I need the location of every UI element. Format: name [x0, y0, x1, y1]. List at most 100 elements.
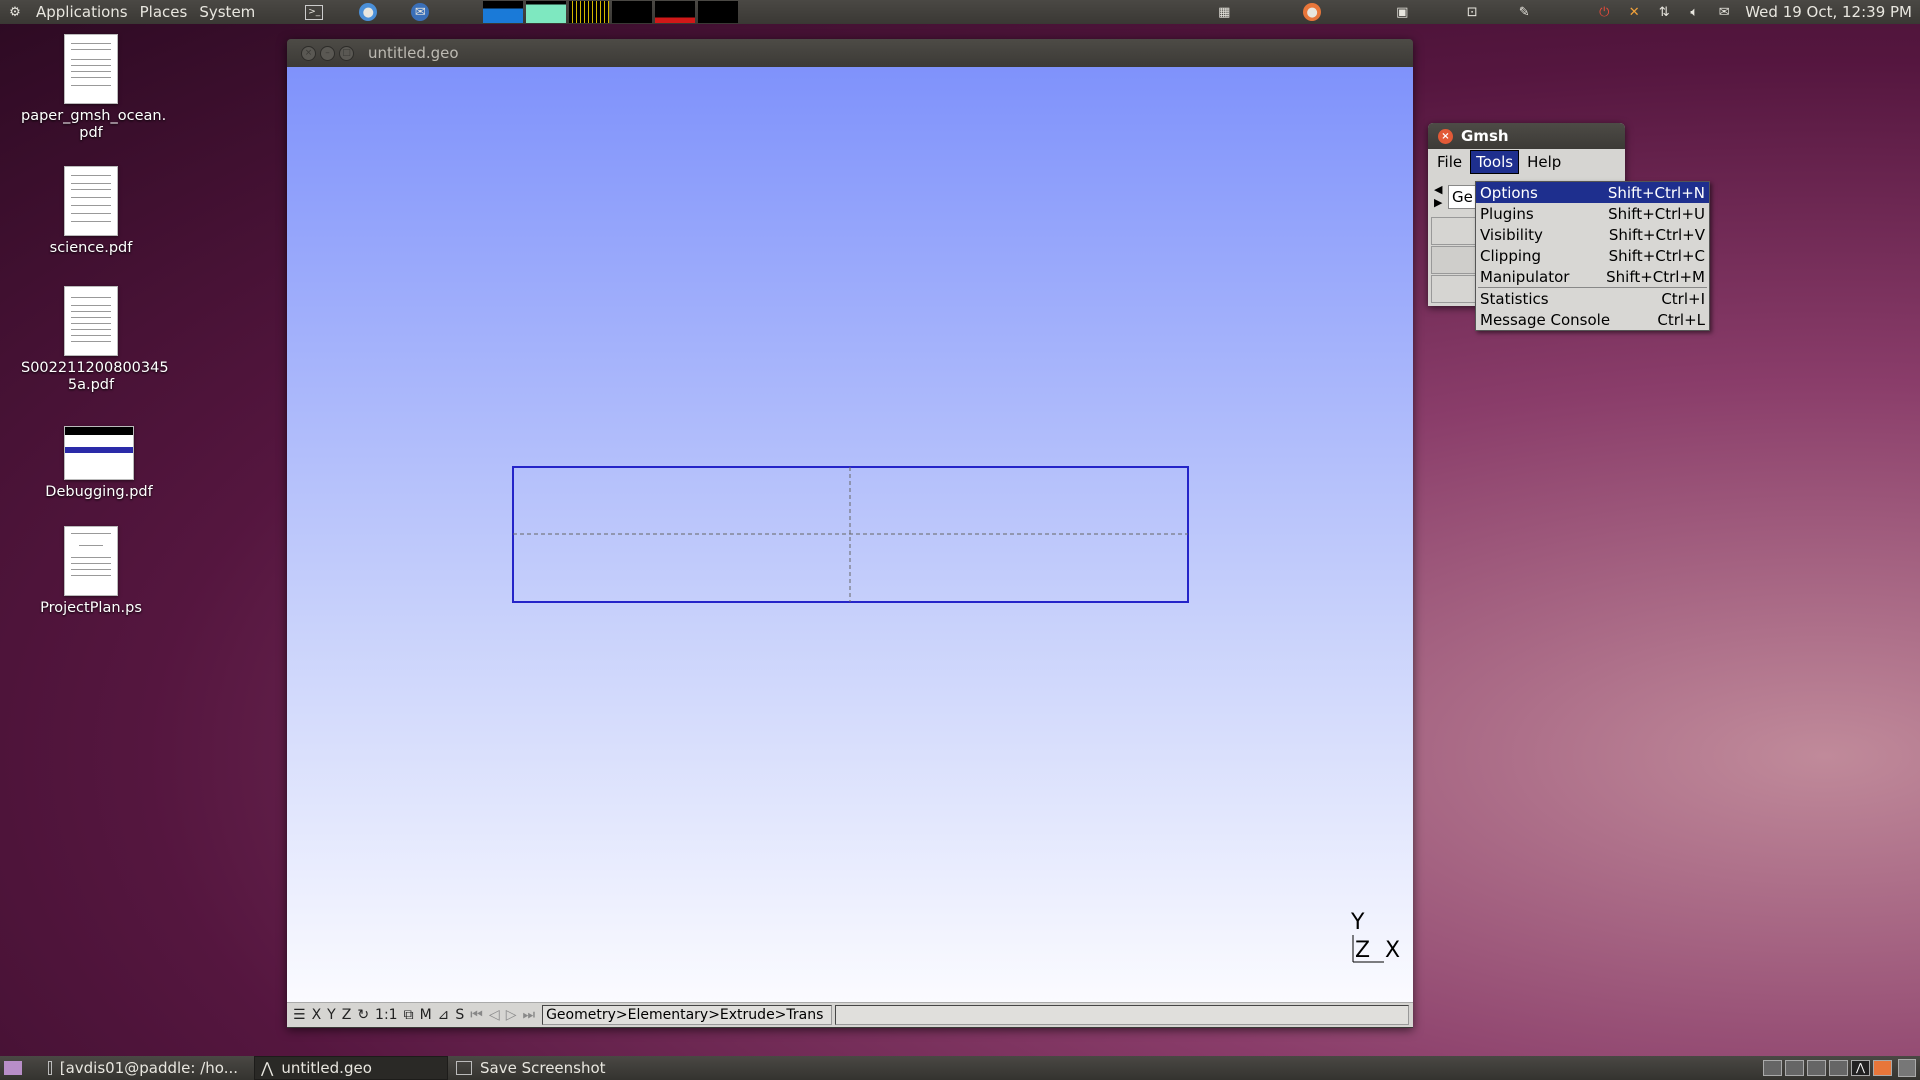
tools-dropdown-menu: Options Shift+Ctrl+N Plugins Shift+Ctrl+U … — [1475, 181, 1710, 331]
first-step-icon[interactable]: ⏮ — [467, 1007, 486, 1023]
desktop-file-s002211200800345[interactable]: S002211200800345 5a.pdf — [21, 286, 169, 394]
window-title: untitled.geo — [368, 44, 459, 62]
desktop-file-label: Debugging.pdf — [45, 484, 153, 500]
gmsh-menubar: File Tools Help — [1428, 149, 1625, 175]
pdf-file-icon — [64, 286, 118, 356]
gmsh-titlebar[interactable]: × Gmsh — [1428, 123, 1625, 149]
menu-item-visibility[interactable]: Visibility Shift+Ctrl+V — [1476, 224, 1709, 245]
gmsh-window-title: Gmsh — [1461, 127, 1509, 145]
screenshot-icon[interactable]: ▣ — [1387, 0, 1417, 24]
close-icon[interactable]: × — [301, 45, 316, 61]
pdf-file-icon — [64, 166, 118, 236]
menu-tools[interactable]: Tools — [1470, 150, 1520, 174]
thunderbird-launcher-icon[interactable]: ✉ — [405, 0, 435, 24]
status-path: Geometry>Elementary>Extrude>Trans — [542, 1005, 833, 1025]
load-graph — [655, 1, 696, 23]
firefox-icon[interactable]: ● — [1297, 0, 1327, 24]
desktop-file-science[interactable]: science.pdf — [21, 166, 161, 257]
rotate-icon[interactable]: ↻ — [354, 1007, 372, 1023]
lock-screen-icon[interactable]: ⊡ — [1457, 0, 1487, 24]
places-menu[interactable]: Places — [134, 0, 194, 24]
ps-file-icon — [64, 526, 118, 596]
desktop-file-label: paper_gmsh_ocean. pdf — [21, 108, 167, 141]
desktop-file-projectplan[interactable]: ProjectPlan.ps — [21, 526, 161, 617]
menu-item-manipulator[interactable]: Manipulator Shift+Ctrl+M — [1476, 266, 1709, 287]
taskbar-untitled-geo[interactable]: ⋀ untitled.geo — [254, 1056, 448, 1080]
menu-help[interactable]: Help — [1522, 151, 1566, 173]
view-x-button[interactable]: X — [309, 1007, 325, 1023]
geo-window-titlebar[interactable]: × – □ untitled.geo — [287, 39, 1413, 67]
workspace-switcher[interactable]: ⋀ — [1763, 1060, 1892, 1076]
top-panel: ⚙ Applications Places System >_ ● ✉ ▦ ● … — [0, 0, 1920, 24]
tree-row[interactable] — [1431, 246, 1481, 274]
minimize-icon[interactable]: – — [320, 45, 335, 61]
desktop-file-label: ProjectPlan.ps — [40, 600, 142, 616]
last-step-icon[interactable]: ⏭ — [519, 1007, 538, 1023]
workspace-2[interactable] — [1785, 1060, 1804, 1076]
workspace-1[interactable] — [1763, 1060, 1782, 1076]
system-menu[interactable]: System — [193, 0, 261, 24]
workspace-6[interactable] — [1873, 1060, 1892, 1076]
camera-icon — [456, 1061, 472, 1075]
bottom-panel: [avdis01@paddle: /ho... ⋀ untitled.geo Sa… — [0, 1056, 1920, 1080]
desktop-file-label: S002211200800345 5a.pdf — [21, 360, 169, 393]
view-y-button[interactable]: Y — [324, 1007, 339, 1023]
calculator-icon[interactable]: ▦ — [1209, 0, 1239, 24]
menu-item-message-console[interactable]: Message Console Ctrl+L — [1476, 309, 1709, 330]
update-notifier-icon[interactable]: ✕ — [1619, 0, 1649, 24]
graphics-canvas[interactable]: Y Z X — [287, 67, 1413, 1002]
chromium-launcher-icon[interactable]: ● — [353, 0, 383, 24]
mail-indicator-icon[interactable]: ✉ — [1709, 0, 1739, 24]
terminal-launcher-icon[interactable]: >_ — [299, 0, 329, 24]
workspace-3[interactable] — [1807, 1060, 1826, 1076]
applications-menu[interactable]: Applications — [30, 0, 134, 24]
axis-x-label: X — [1385, 938, 1401, 963]
menu-item-options[interactable]: Options Shift+Ctrl+N — [1476, 182, 1709, 203]
snapshot-button[interactable]: S — [452, 1007, 467, 1023]
cpu-graph — [483, 1, 524, 23]
network-graph — [569, 1, 610, 23]
power-icon[interactable]: ⏻ — [1589, 0, 1619, 24]
system-monitor-graphs[interactable] — [483, 1, 741, 23]
menu-item-plugins[interactable]: Plugins Shift+Ctrl+U — [1476, 203, 1709, 224]
menu-toggle-icon[interactable]: ☰ — [290, 1007, 309, 1023]
status-bar: ☰ X Y Z ↻ 1:1 ⧉ M ⊿ S ⏮ ◁ ▷ ⏭ Geometry>E… — [287, 1002, 1413, 1027]
memory-graph — [526, 1, 567, 23]
maximize-icon[interactable]: □ — [339, 45, 354, 61]
volume-icon[interactable]: 🔈︎ — [1679, 0, 1709, 24]
menu-item-clipping[interactable]: Clipping Shift+Ctrl+C — [1476, 245, 1709, 266]
desktop-file-label: science.pdf — [49, 240, 133, 256]
pdf-file-icon — [64, 426, 134, 480]
menu-file[interactable]: File — [1432, 151, 1467, 173]
clock[interactable]: Wed 19 Oct, 12:39 PM — [1739, 0, 1920, 24]
desktop-file-debugging[interactable]: Debugging.pdf — [29, 426, 169, 501]
disk-graph — [698, 1, 739, 23]
network-icon[interactable]: ⇅ — [1649, 0, 1679, 24]
prev-step-icon[interactable]: ◁ — [486, 1007, 503, 1023]
tree-row[interactable] — [1431, 275, 1481, 303]
axis-y-label: Y — [1351, 910, 1365, 935]
taskbar-terminal[interactable]: [avdis01@paddle: /ho... — [42, 1057, 244, 1079]
gmsh-app-icon: ⋀ — [261, 1059, 274, 1077]
scale-1-1-button[interactable]: 1:1 — [372, 1007, 401, 1023]
terminal-icon — [48, 1061, 52, 1075]
workspace-5[interactable]: ⋀ — [1851, 1060, 1870, 1076]
view-z-button[interactable]: Z — [339, 1007, 355, 1023]
tree-expand-icon[interactable]: ◀ ▶ — [1434, 183, 1442, 209]
taskbar-save-screenshot[interactable]: Save Screenshot — [450, 1057, 642, 1079]
close-icon[interactable]: × — [1438, 128, 1453, 144]
projection-icon[interactable]: ⧉ — [401, 1007, 417, 1023]
desktop-file-paper-gmsh-ocean[interactable]: paper_gmsh_ocean. pdf — [21, 34, 167, 142]
play-icon[interactable]: ▷ — [503, 1007, 520, 1023]
mesh-button[interactable]: M — [417, 1007, 435, 1023]
axis-z-label: Z — [1355, 938, 1371, 963]
edit-icon[interactable]: ✎ — [1509, 0, 1539, 24]
axes-icon[interactable]: ⊿ — [435, 1007, 453, 1023]
swap-graph — [612, 1, 653, 23]
tree-row[interactable] — [1431, 217, 1481, 245]
menu-item-statistics[interactable]: Statistics Ctrl+I — [1476, 288, 1709, 309]
trash-icon[interactable] — [1898, 1059, 1916, 1077]
workspace-4[interactable] — [1829, 1060, 1848, 1076]
show-desktop-icon[interactable] — [4, 1061, 22, 1075]
ubuntu-logo-icon[interactable]: ⚙ — [0, 0, 30, 24]
